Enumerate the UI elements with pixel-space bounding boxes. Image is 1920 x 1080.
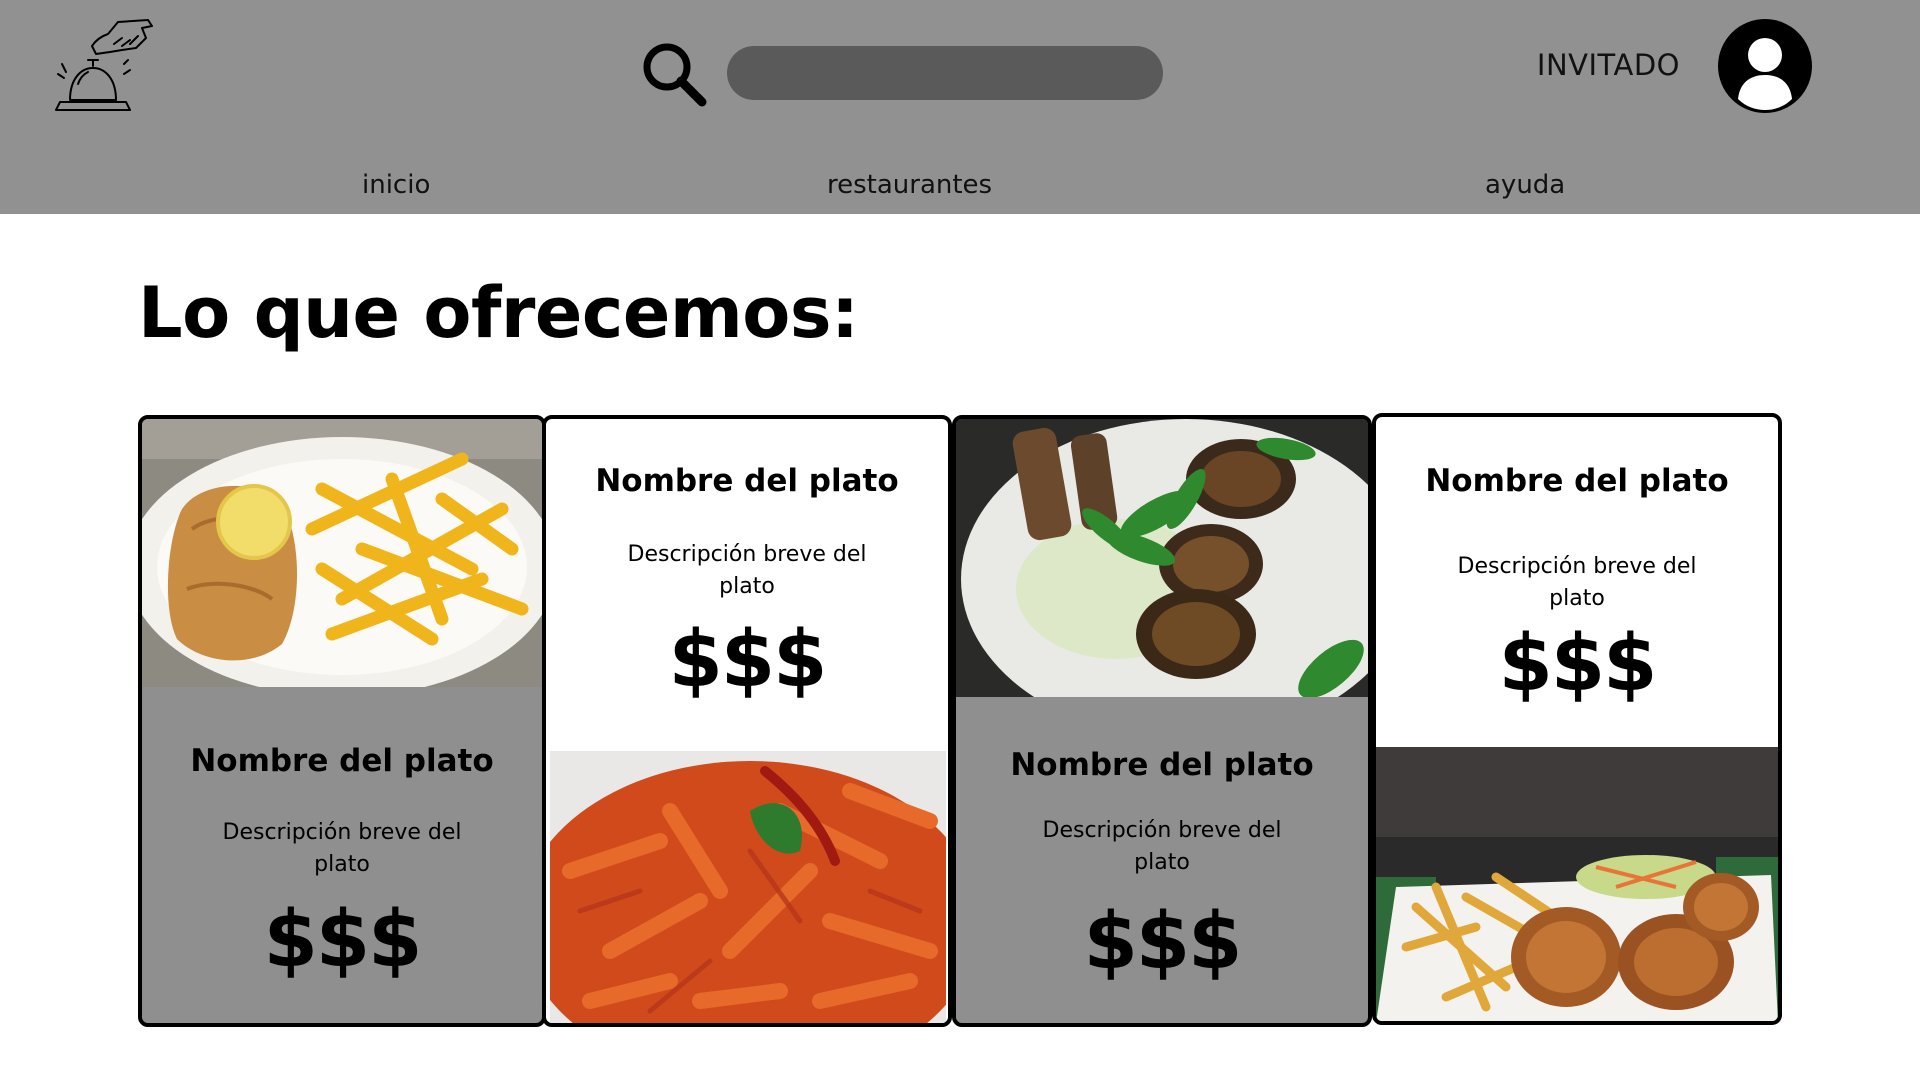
vegetable-patties-salad-image (956, 419, 1368, 697)
dish-card[interactable]: Nombre del plato Descripción breve del p… (542, 415, 952, 1027)
dish-card[interactable]: Nombre del plato Descripción breve del p… (952, 415, 1372, 1027)
nav-item-restaurantes[interactable]: restaurantes (827, 170, 992, 200)
dish-card[interactable]: Nombre del plato Descripción breve del p… (1372, 413, 1782, 1025)
dish-name: Nombre del plato (1010, 747, 1314, 783)
dish-name: Nombre del plato (1425, 463, 1729, 499)
dish-description: Descripción breve del plato (1457, 554, 1697, 611)
nav-item-ayuda[interactable]: ayuda (1485, 170, 1565, 200)
site-header: INVITADO inicio restaurantes ayuda (0, 0, 1920, 214)
nav-item-inicio[interactable]: inicio (362, 170, 430, 200)
user-label: INVITADO (1536, 48, 1680, 82)
dish-price: $$$ (263, 895, 423, 985)
dish-description: Descripción breve del plato (222, 820, 462, 877)
fried-chicken-fries-image (1376, 747, 1778, 1021)
dish-description: Descripción breve del plato (1042, 818, 1282, 875)
user-avatar-icon[interactable] (1716, 17, 1814, 115)
dish-price: $$$ (668, 615, 828, 705)
dish-name: Nombre del plato (190, 743, 494, 779)
dish-price: $$$ (1498, 619, 1658, 709)
search-input[interactable] (727, 46, 1163, 100)
dish-description: Descripción breve del plato (627, 542, 867, 599)
service-bell-icon[interactable] (52, 14, 162, 122)
dish-price: $$$ (1083, 897, 1243, 987)
dish-card[interactable]: Nombre del plato Descripción breve del p… (138, 415, 546, 1027)
page-title: Lo que ofrecemos: (138, 272, 859, 354)
search-icon[interactable] (640, 40, 708, 108)
schnitzel-with-fries-image (142, 419, 542, 687)
dish-name: Nombre del plato (595, 463, 899, 499)
penne-pasta-image (550, 751, 946, 1023)
